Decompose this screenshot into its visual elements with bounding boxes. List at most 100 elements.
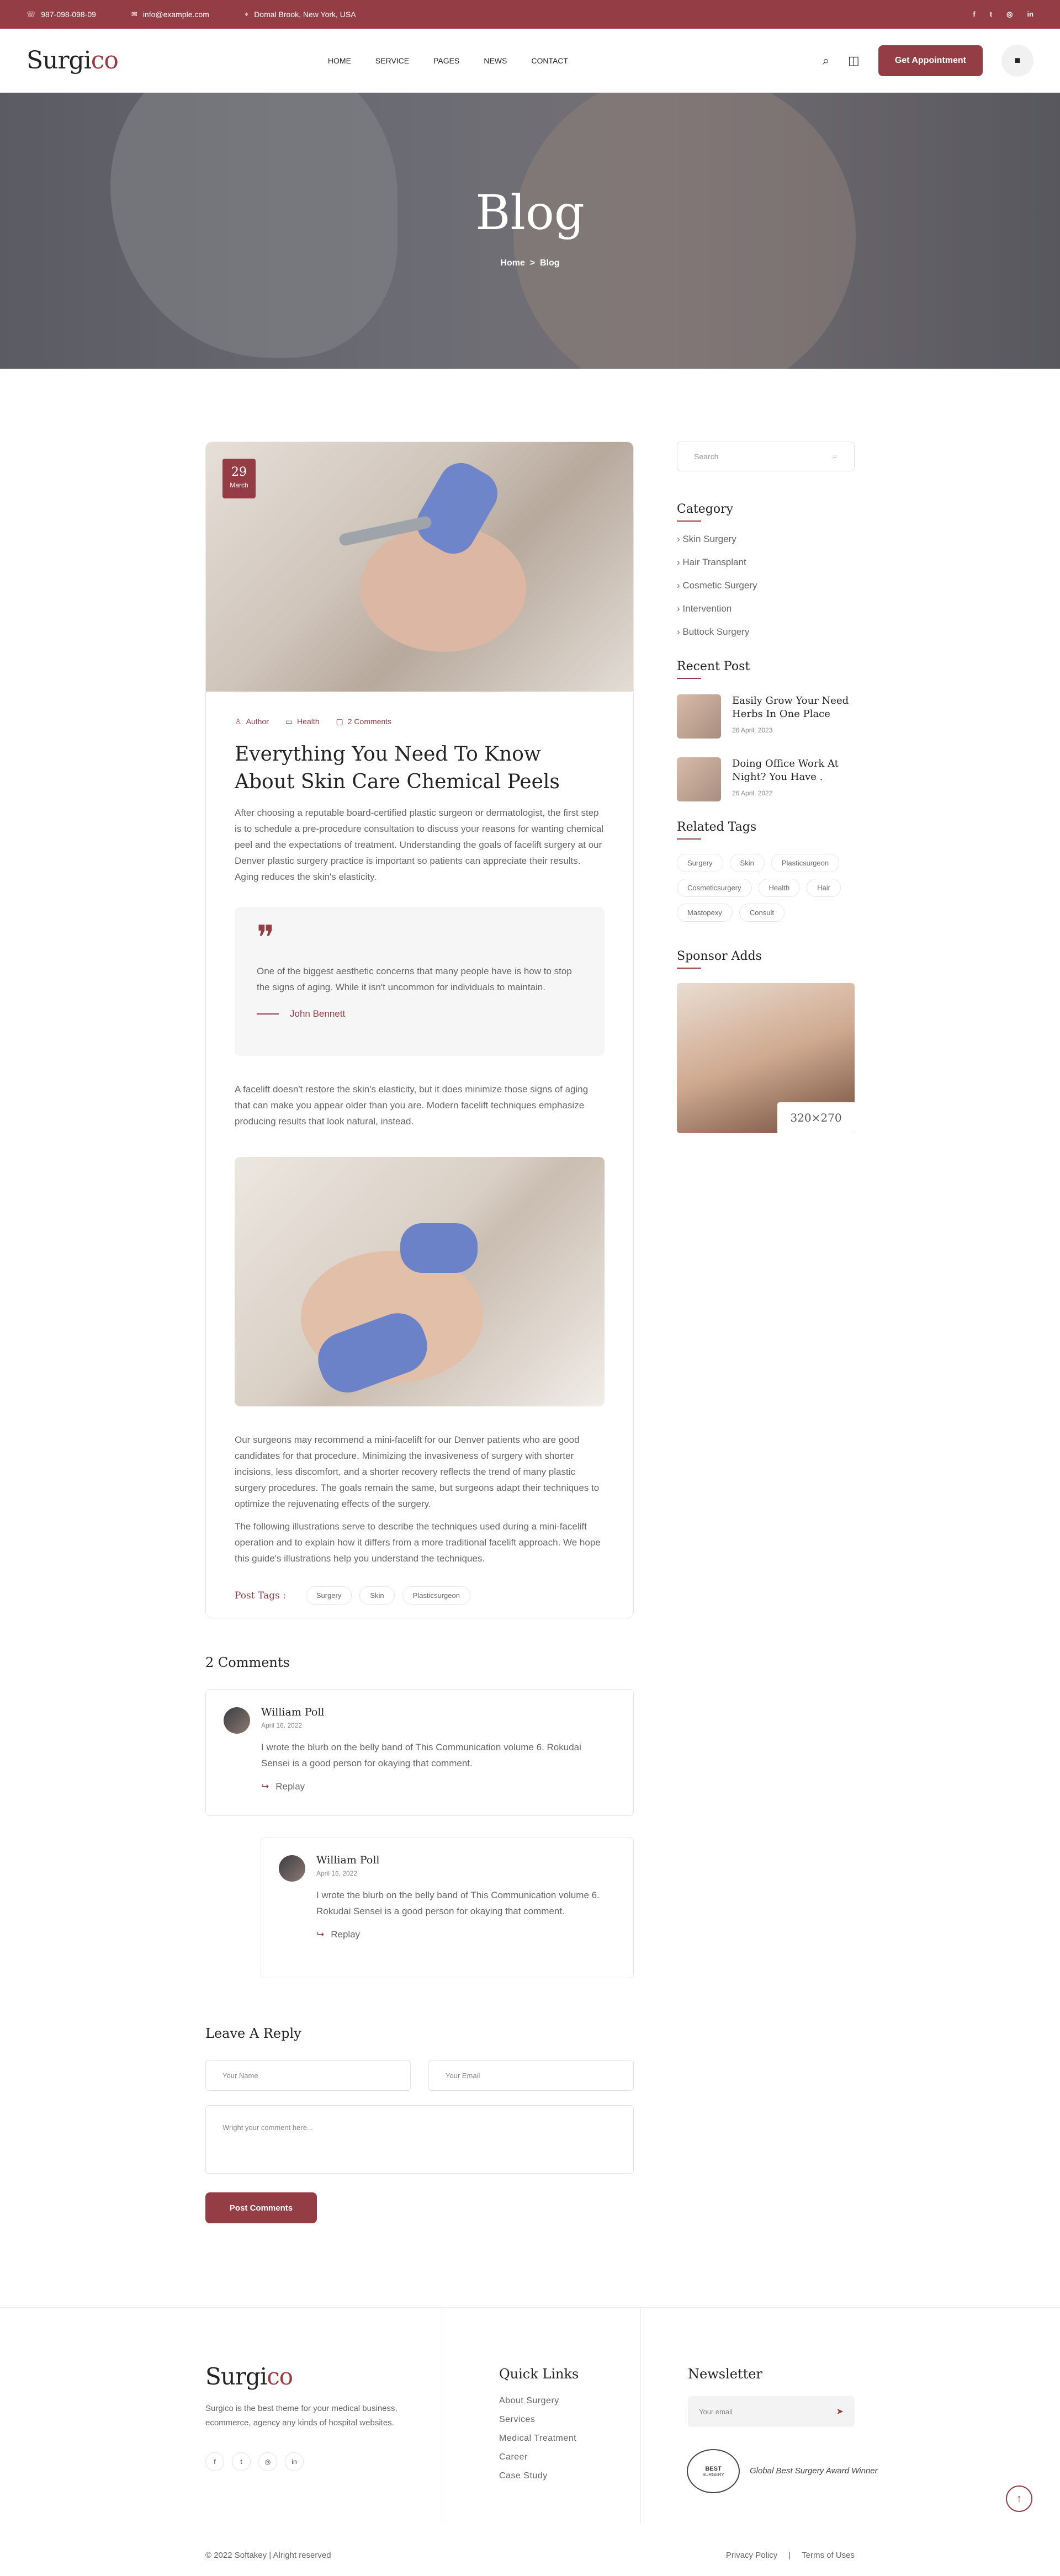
tag-cloud: Surgery Skin Plasticsurgeon Cosmeticsurg… [677,854,855,922]
linkedin-icon[interactable]: in [285,2452,304,2471]
facebook-icon[interactable]: f [973,10,975,19]
linkedin-icon[interactable]: in [1027,10,1034,19]
name-placeholder: Your Name [222,2071,258,2080]
category-item[interactable]: Hair Transplant [677,557,855,580]
post-author[interactable]: ♙ Author [235,717,269,726]
footer-divider [640,2308,641,2523]
email-field[interactable]: Your Email [428,2060,634,2091]
post-author-text: Author [246,717,269,726]
footer-link[interactable]: Services [499,2415,576,2434]
post-comments-count[interactable]: ▢ 2 Comments [336,717,392,726]
instagram-icon[interactable]: ◎ [1006,10,1013,19]
category-widget: Category Skin Surgery Hair Transplant Co… [677,502,855,650]
tag-chip[interactable]: Surgery [305,1586,352,1605]
footer-logo-text: Surgi [205,2363,267,2390]
nav-contact[interactable]: CONTACT [531,56,568,65]
copyright: © 2022 Softakey | Alright reserved [205,2551,331,2560]
footer-link[interactable]: Case Study [499,2471,576,2490]
post-tags-label: Post Tags : [235,1590,286,1601]
recent-post-heading[interactable]: Doing Office Work At Night? You Have . [732,757,855,784]
site-logo[interactable]: Surgico [26,46,119,75]
post-category[interactable]: ▭ Health [285,717,320,726]
comment-placeholder: Wright your comment here... [222,2123,313,2132]
tag-chip[interactable]: Cosmeticsurgery [677,879,752,897]
instagram-icon[interactable]: ◎ [258,2452,277,2471]
search-icon[interactable]: ⌕ [823,54,829,68]
tag-chip[interactable]: Health [758,879,801,897]
tag-chip[interactable]: Mastopexy [677,904,733,922]
quick-links-title: Quick Links [499,2366,579,2382]
comments-title: 2 Comments [205,1655,290,1670]
scroll-to-top-button[interactable]: ↑ [1006,2485,1032,2512]
quote-author-name: John Bennett [290,1008,346,1019]
folder-icon: ▭ [285,717,293,726]
comment-text: I wrote the blurb on the belly band of T… [261,1742,581,1768]
comment-textarea[interactable]: Wright your comment here... [205,2105,634,2174]
reply-form: Leave A Reply Your Name Your Email Wrigh… [205,2026,634,2223]
post-paragraph: A facelift doesn't restore the skin's el… [235,1084,589,1127]
post-title: Everything You Need To Know About Skin C… [235,743,560,793]
tag-chip[interactable]: Hair [807,879,841,897]
post-paragraph: Our surgeons may recommend a mini-faceli… [235,1435,600,1509]
quote-author: John Bennett [257,1008,582,1019]
send-icon[interactable]: ➤ [836,2406,844,2417]
tag-chip[interactable]: Plasticsurgeon [771,854,840,872]
category-item[interactable]: Intervention [677,603,855,626]
page-hero: Blog Home > Blog [0,93,1060,369]
post-comments-button[interactable]: Post Comments [205,2192,317,2223]
tag-chip[interactable]: Skin [729,854,765,872]
recent-post-heading[interactable]: Easily Grow Your Need Herbs In One Place [732,694,855,721]
privacy-policy-link[interactable]: Privacy Policy [726,2551,777,2560]
footer-link[interactable]: About Surgery [499,2396,576,2415]
footer-logo[interactable]: Surgico [205,2363,293,2390]
recent-post-item[interactable]: Doing Office Work At Night? You Have . 26… [677,757,855,801]
nav-pages[interactable]: PAGES [433,56,459,65]
nav-service[interactable]: SERVICE [375,56,409,65]
top-bar: ☏ 987-098-098-09 ✉ info@example.com ⌖ Domal… [0,0,1060,29]
video-camera-icon[interactable]: ■ [1001,44,1034,77]
nav-home[interactable]: HOME [328,56,351,65]
reply-icon: ↪ [316,1929,325,1940]
footer-link-divider: | [788,2551,791,2560]
category-item[interactable]: Cosmetic Surgery [677,580,855,603]
footer-link[interactable]: Career [499,2452,576,2471]
name-field[interactable]: Your Name [205,2060,411,2091]
blog-post: 29 March ♙ Author ▭ Health ▢ 2 Comments Eve… [205,442,634,1618]
twitter-icon[interactable]: t [232,2452,251,2471]
reply-label: Replay [331,1929,361,1940]
cart-icon[interactable]: ◫ [848,54,860,68]
terms-link[interactable]: Terms of Uses [802,2551,855,2560]
tag-chip[interactable]: Skin [359,1586,395,1605]
topbar-email-text: info@example.com [142,10,209,19]
location-pin-icon: ⌖ [244,10,249,18]
recent-post-date: 26 April, 2022 [732,789,773,797]
tag-chip[interactable]: Surgery [677,854,723,872]
tag-chip[interactable]: Consult [739,904,785,922]
tag-chip[interactable]: Plasticsurgeon [402,1586,470,1605]
newsletter-email-input[interactable]: Your email ➤ [688,2396,855,2427]
breadcrumb-current: Blog [540,258,560,268]
topbar-email[interactable]: ✉ info@example.com [131,10,209,19]
twitter-icon[interactable]: t [990,10,992,19]
award-badge-sub: SURGERY [702,2472,724,2477]
facebook-icon[interactable]: f [205,2452,224,2471]
category-title: Category [677,502,855,522]
nav-news[interactable]: NEWS [484,56,507,65]
blog-sidebar: Search ⌕ Category Skin Surgery Hair Trans… [677,442,855,1133]
category-item[interactable]: Buttock Surgery [677,626,855,650]
reply-button[interactable]: ↪ Replay [316,1929,611,1940]
reply-button[interactable]: ↪ Replay [261,1781,611,1792]
breadcrumb-home[interactable]: Home [500,258,524,268]
sidebar-search-input[interactable]: Search ⌕ [677,442,855,471]
category-item[interactable]: Skin Surgery [677,534,855,557]
search-icon[interactable]: ⌕ [833,452,838,461]
sponsor-ad-image[interactable]: 320×270 [677,983,855,1133]
footer-socials: f t ◎ in [205,2452,304,2471]
post-month: March [230,481,248,489]
recent-post-item[interactable]: Easily Grow Your Need Herbs In One Place… [677,694,855,739]
topbar-phone[interactable]: ☏ 987-098-098-09 [26,10,96,19]
phone-icon: ☏ [26,10,36,18]
footer-link[interactable]: Medical Treatment [499,2434,576,2452]
get-appointment-button[interactable]: Get Appointment [878,45,983,76]
reply-icon: ↪ [261,1781,269,1792]
